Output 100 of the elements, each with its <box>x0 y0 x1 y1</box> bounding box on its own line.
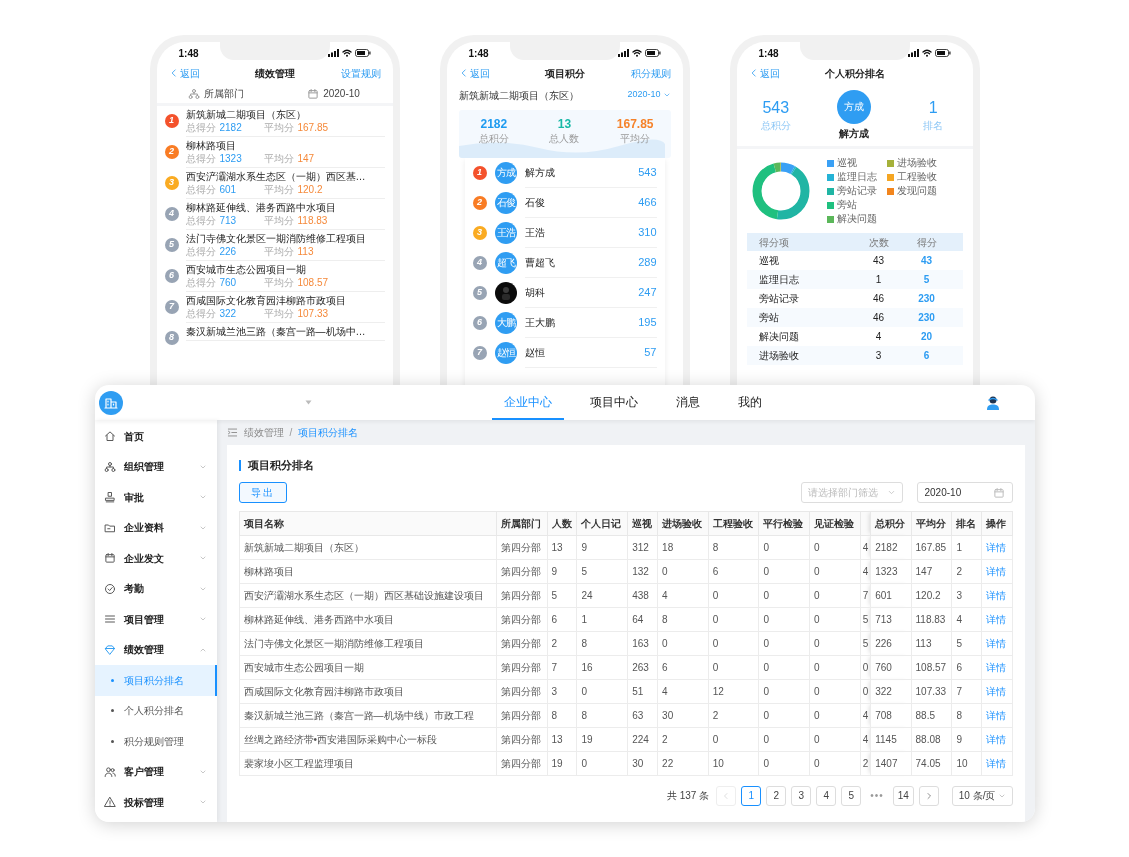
table-cell: 4 <box>951 607 982 631</box>
next-page-button[interactable] <box>918 785 939 806</box>
table-cell: 0 <box>577 751 628 775</box>
table-cell: 24 <box>577 583 628 607</box>
table-cell: 8 <box>708 535 759 559</box>
submenu-item[interactable]: 积分规则管理 <box>94 726 217 757</box>
table-cell: 760 <box>870 655 912 679</box>
sidebar-item[interactable]: 投标管理 <box>94 787 217 818</box>
average-label: 平均分 <box>263 122 294 134</box>
sidebar-item[interactable]: 项目管理 <box>94 604 217 635</box>
table-cell-text: 4 <box>874 330 883 344</box>
table-cell: 88.08 <box>911 727 952 751</box>
table-cell: 226 <box>870 631 912 655</box>
score-label: 总得分 <box>185 308 216 320</box>
building-logo-icon <box>98 390 123 415</box>
table-cell-text: 解决问题 <box>758 330 800 344</box>
sidebar-item[interactable]: 首页 <box>94 421 217 452</box>
page-button[interactable]: 5 <box>841 785 862 806</box>
table-cell: 柳林路项目 <box>239 559 497 583</box>
table-cell: 1 <box>577 607 628 631</box>
menu-fold-icon[interactable] <box>226 427 238 438</box>
legend-label: 旁站 <box>836 199 857 211</box>
table-cell-text: 进场验收 <box>758 349 800 363</box>
month-filter[interactable]: 2020-10 <box>274 86 393 101</box>
average-label: 平均分 <box>263 153 294 165</box>
table-cell: 0 <box>657 559 709 583</box>
table-cell: 1323 <box>870 559 912 583</box>
stat-label: 总积分 <box>478 132 509 146</box>
sidebar-item[interactable]: 考勤 <box>94 573 217 604</box>
page-size-select[interactable]: 10 条/页 <box>951 785 1013 806</box>
table-cell: 4 <box>860 703 871 727</box>
rank-badge: 8 <box>164 331 179 345</box>
table-cell: 6 <box>547 607 577 631</box>
legend-label: 巡视 <box>836 157 857 169</box>
table-cell: 7 <box>547 655 577 679</box>
nav-tab[interactable]: 消息 <box>663 385 712 420</box>
sidebar-item[interactable]: 企业发文 <box>94 543 217 574</box>
folder-icon <box>103 521 116 534</box>
table-cell: 1407 <box>870 751 912 775</box>
page-button[interactable]: 3 <box>791 785 812 806</box>
table-cell: 秦汉新城兰池三路（秦宫一路—机场中线）市政工程 <box>239 703 497 727</box>
table-cell: 147 <box>911 559 952 583</box>
table-cell: 16 <box>577 655 628 679</box>
stat-label: 平均分 <box>620 132 651 146</box>
page-button[interactable]: 2 <box>766 785 787 806</box>
sidebar-item[interactable]: 企业资料 <box>94 512 217 543</box>
project-name: 秦汉新城兰池三路（秦宫一路—机场中… <box>185 326 367 338</box>
member-score: 310 <box>638 225 657 241</box>
table-cell: 新筑新城二期项目（东区） <box>239 535 497 559</box>
page-button[interactable]: 4 <box>816 785 837 806</box>
sidebar-item[interactable]: 客户管理 <box>94 756 217 787</box>
table-cell: 9 <box>951 727 982 751</box>
department-filter[interactable]: 所属部门 <box>156 86 275 101</box>
table-cell: 708 <box>870 703 912 727</box>
table-cell-text: 230 <box>917 292 936 306</box>
rank-badge: 3 <box>472 226 487 240</box>
table-cell-text: 3 <box>874 349 883 363</box>
status-time: 1:48 <box>758 46 779 61</box>
project-name: 西安城市生态公园项目一期 <box>185 264 307 276</box>
chevron-down-icon <box>662 91 671 99</box>
sidebar-item[interactable]: 绩效管理 <box>94 634 217 665</box>
date-field[interactable]: 2020-10 <box>916 482 1013 503</box>
column-header: 巡视 <box>627 511 658 535</box>
sidebar-item[interactable]: 审批 <box>94 482 217 513</box>
table-cell: 5 <box>951 631 982 655</box>
table-cell: 4 <box>860 559 871 583</box>
table-cell: 0 <box>708 631 759 655</box>
page-button[interactable]: 14 <box>892 785 914 806</box>
table-cell: 18 <box>657 535 709 559</box>
table-cell: 0 <box>758 583 810 607</box>
wifi-icon <box>341 49 352 57</box>
rank-badge: 5 <box>472 286 487 300</box>
score-value: 226 <box>219 246 238 258</box>
average-label: 平均分 <box>263 277 294 289</box>
stat-label: 总人数 <box>549 132 580 146</box>
average-value: 147 <box>297 153 315 165</box>
legend-label: 解决问题 <box>836 213 877 225</box>
table-cell: 438 <box>627 583 658 607</box>
table-cell: 322 <box>870 679 912 703</box>
project-name: 法门寺佛文化景区一期消防维修工程项目 <box>185 233 367 245</box>
total-label: 总积分 <box>760 118 791 133</box>
table-cell: 1145 <box>870 727 912 751</box>
table-cell: 312 <box>627 535 658 559</box>
score-label: 总得分 <box>185 153 216 165</box>
table-cell: 13 <box>547 727 577 751</box>
table-cell: 9 <box>547 559 577 583</box>
user-avatar-icon[interactable] <box>984 394 1001 411</box>
table-cell: 0 <box>809 631 861 655</box>
column-header: 个人日记 <box>577 511 628 535</box>
table-cell: 西安浐灞湖水系生态区（一期）西区基础设施建设项目 <box>239 583 497 607</box>
sidebar-item[interactable]: 组织管理 <box>94 451 217 482</box>
table-cell: 51 <box>627 679 658 703</box>
caret-icon[interactable] <box>304 400 312 405</box>
column-header: 项目名称 <box>239 511 497 535</box>
table-cell: 4 <box>657 583 709 607</box>
submenu-item[interactable]: 个人积分排名 <box>94 695 217 726</box>
nav-tab[interactable]: 我的 <box>725 385 774 420</box>
nav-tab[interactable]: 项目中心 <box>577 385 650 420</box>
table-cell: 30 <box>657 703 709 727</box>
rank-badge: 6 <box>164 269 179 283</box>
